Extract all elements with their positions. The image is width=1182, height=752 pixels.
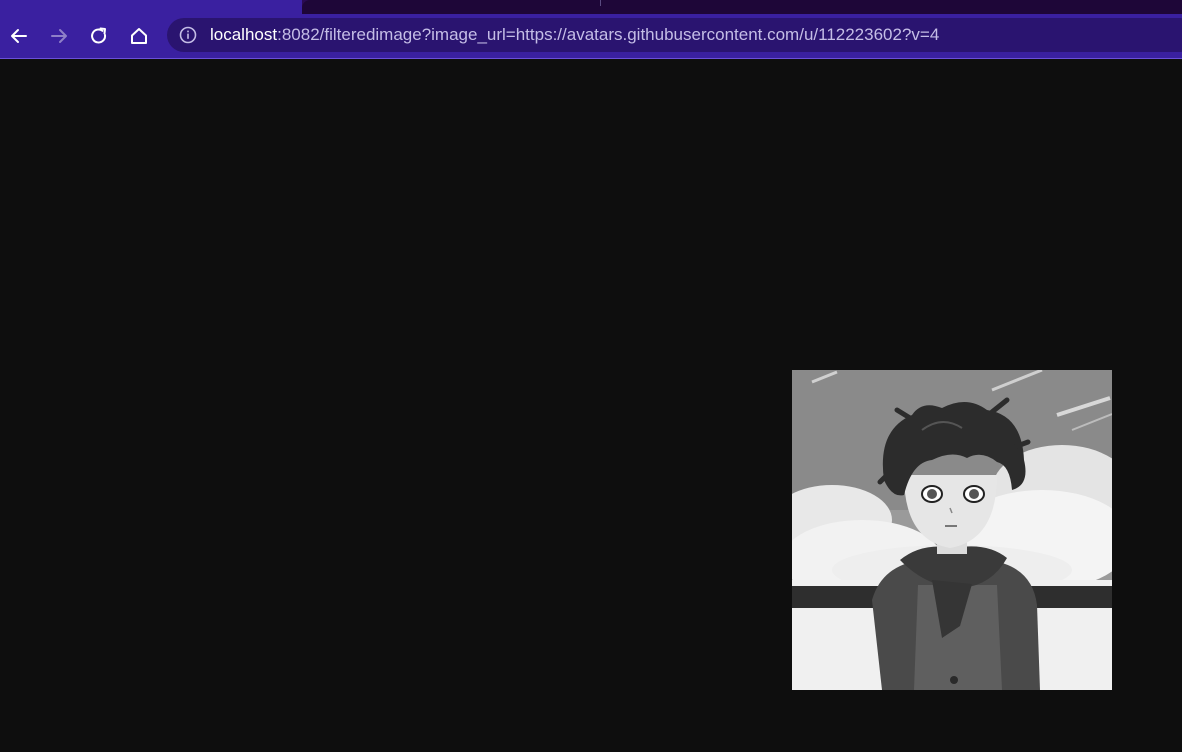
address-bar[interactable]: localhost:8082/filteredimage?image_url=h… [167,18,1182,52]
tab-strip [0,0,1182,14]
active-tab[interactable] [0,0,302,14]
forward-button[interactable] [45,22,73,50]
url-text[interactable]: localhost:8082/filteredimage?image_url=h… [210,18,939,52]
forward-arrow-icon [51,29,67,43]
filtered-avatar-image [792,370,1112,690]
tab-divider [600,0,601,6]
page-viewport [0,59,1182,752]
info-icon[interactable] [179,26,197,44]
inactive-tab[interactable] [302,0,1182,14]
url-path: :8082/filteredimage?image_url=https://av… [277,25,940,44]
home-icon [131,28,147,44]
back-button[interactable] [5,22,33,50]
reload-button[interactable] [85,22,113,50]
back-arrow-icon [11,29,27,43]
browser-toolbar: localhost:8082/filteredimage?image_url=h… [0,14,1182,58]
reload-icon [91,27,107,44]
url-host: localhost [210,25,278,44]
home-button[interactable] [125,22,153,50]
